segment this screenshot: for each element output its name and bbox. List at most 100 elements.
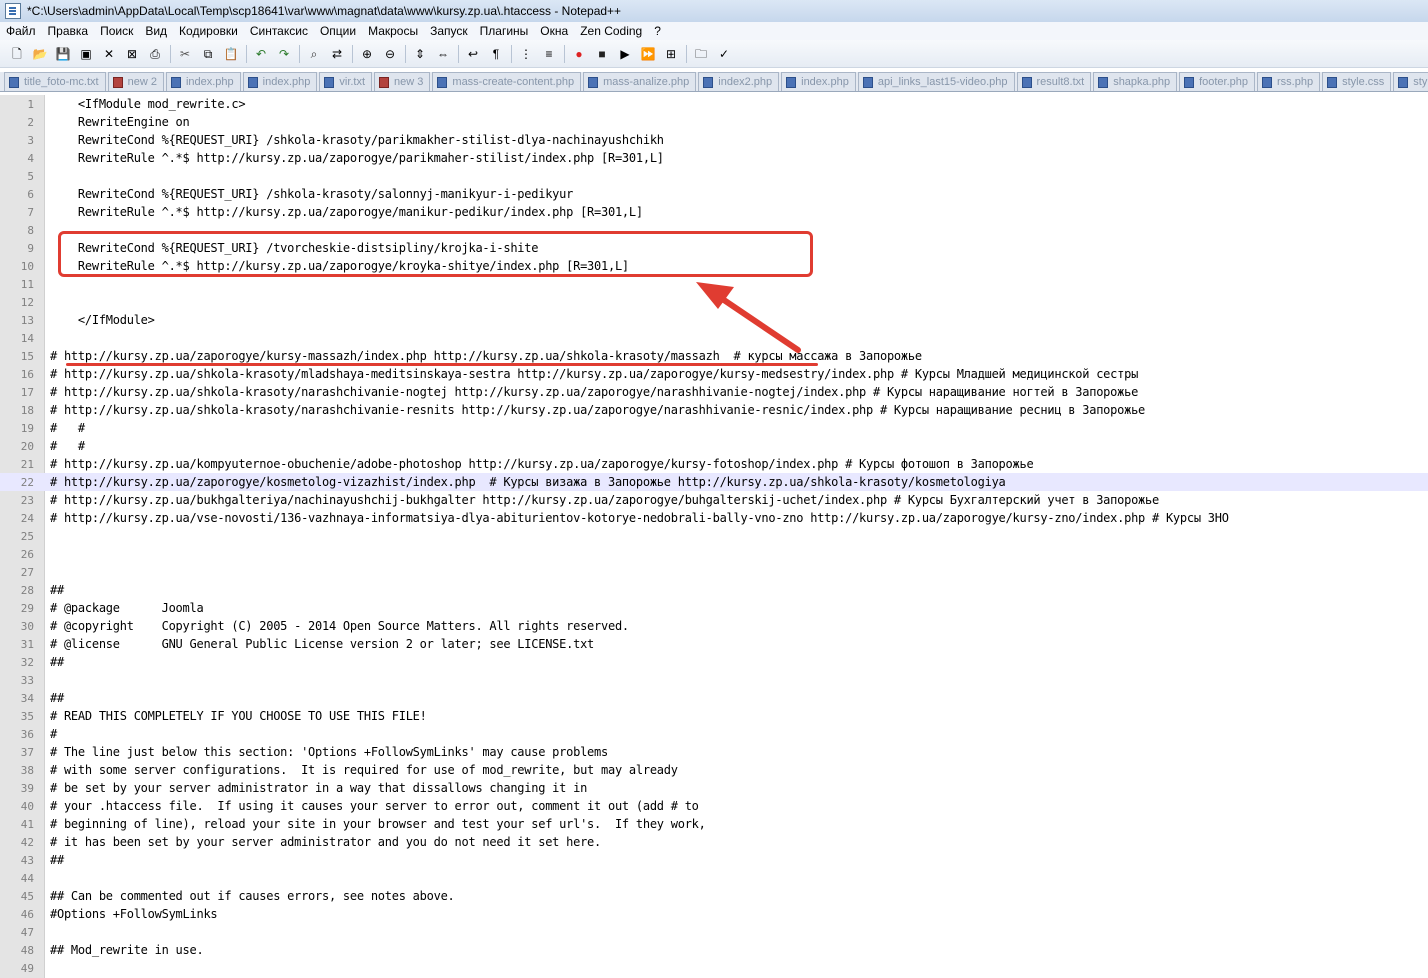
code-text[interactable]: ##: [50, 583, 64, 597]
code-line[interactable]: 39 # be set by your server administrator …: [0, 779, 1428, 797]
code-line[interactable]: 45 ## Can be commented out if causes erro…: [0, 887, 1428, 905]
code-line[interactable]: 12: [0, 293, 1428, 311]
code-text[interactable]: # with some server configurations. It is…: [50, 763, 678, 777]
code-text[interactable]: RewriteCond %{REQUEST_URI} /shkola-kraso…: [50, 133, 664, 147]
code-line[interactable]: 5: [0, 167, 1428, 185]
code-line[interactable]: 19 # #: [0, 419, 1428, 437]
code-line[interactable]: 43 ##: [0, 851, 1428, 869]
indent-guide-icon[interactable]: ⋮: [517, 45, 535, 63]
menu-item[interactable]: Синтаксис: [244, 24, 314, 38]
code-text[interactable]: # be set by your server administrator in…: [50, 781, 587, 795]
code-line[interactable]: 16 # http://kursy.zp.ua/shkola-krasoty/ml…: [0, 365, 1428, 383]
code-text[interactable]: <IfModule mod_rewrite.c>: [50, 97, 246, 111]
document-tab[interactable]: index.php: [165, 72, 241, 91]
undo-icon[interactable]: ↶: [252, 45, 270, 63]
spellcheck-icon[interactable]: ✓: [715, 45, 733, 63]
document-tab[interactable]: result8.txt: [1016, 72, 1092, 91]
editor-area[interactable]: 1 <IfModule mod_rewrite.c> 2 RewriteEngin…: [0, 95, 1428, 978]
folder-icon[interactable]: 🗀: [692, 45, 710, 63]
code-text[interactable]: # http://kursy.zp.ua/bukhgalteriya/nachi…: [50, 493, 1159, 507]
word-wrap-icon[interactable]: ↩: [464, 45, 482, 63]
code-line[interactable]: 38 # with some server configurations. It …: [0, 761, 1428, 779]
code-text[interactable]: ##: [50, 853, 64, 867]
cut-icon[interactable]: ✂: [176, 45, 194, 63]
code-line[interactable]: 48 ## Mod_rewrite in use.: [0, 941, 1428, 959]
code-text[interactable]: # @license GNU General Public License ve…: [50, 637, 594, 651]
code-text[interactable]: # #: [50, 421, 85, 435]
code-line[interactable]: 22 # http://kursy.zp.ua/zaporogye/kosmeto…: [0, 473, 1428, 491]
code-line[interactable]: 23 # http://kursy.zp.ua/bukhgalteriya/nac…: [0, 491, 1428, 509]
code-line[interactable]: 14: [0, 329, 1428, 347]
code-line[interactable]: 28 ##: [0, 581, 1428, 599]
code-text[interactable]: </IfModule>: [50, 313, 155, 327]
code-text[interactable]: # http://kursy.zp.ua/vse-novosti/136-vaz…: [50, 511, 1229, 525]
code-text[interactable]: # #: [50, 439, 85, 453]
code-line[interactable]: 29 # @package Joomla: [0, 599, 1428, 617]
code-line[interactable]: 25: [0, 527, 1428, 545]
code-line[interactable]: 30 # @copyright Copyright (C) 2005 - 2014…: [0, 617, 1428, 635]
code-text[interactable]: #: [50, 727, 57, 741]
paste-icon[interactable]: 📋: [222, 45, 240, 63]
code-line[interactable]: 26: [0, 545, 1428, 563]
code-text[interactable]: # @copyright Copyright (C) 2005 - 2014 O…: [50, 619, 629, 633]
code-text[interactable]: # it has been set by your server adminis…: [50, 835, 601, 849]
code-line[interactable]: 47: [0, 923, 1428, 941]
code-line[interactable]: 1 <IfModule mod_rewrite.c>: [0, 95, 1428, 113]
code-line[interactable]: 20 # #: [0, 437, 1428, 455]
code-text[interactable]: RewriteEngine on: [50, 115, 190, 129]
document-tab[interactable]: sty: [1393, 72, 1428, 91]
menu-item[interactable]: Плагины: [474, 24, 535, 38]
code-line[interactable]: 13 </IfModule>: [0, 311, 1428, 329]
print-icon[interactable]: ⎙: [146, 45, 164, 63]
code-line[interactable]: 40 # your .htaccess file. If using it cau…: [0, 797, 1428, 815]
zoom-out-icon[interactable]: ⊖: [381, 45, 399, 63]
code-text[interactable]: # beginning of line), reload your site i…: [50, 817, 706, 831]
code-line[interactable]: 42 # it has been set by your server admin…: [0, 833, 1428, 851]
code-line[interactable]: 37 # The line just below this section: 'O…: [0, 743, 1428, 761]
code-line[interactable]: 18 # http://kursy.zp.ua/shkola-krasoty/na…: [0, 401, 1428, 419]
code-line[interactable]: 31 # @license GNU General Public License …: [0, 635, 1428, 653]
save-icon[interactable]: 💾: [54, 45, 72, 63]
code-line[interactable]: 17 # http://kursy.zp.ua/shkola-krasoty/na…: [0, 383, 1428, 401]
code-text[interactable]: # READ THIS COMPLETELY IF YOU CHOOSE TO …: [50, 709, 427, 723]
menu-item[interactable]: Окна: [534, 24, 574, 38]
open-file-icon[interactable]: 📂: [31, 45, 49, 63]
document-tab[interactable]: footer.php: [1179, 72, 1256, 91]
menu-item[interactable]: Макросы: [362, 24, 424, 38]
code-line[interactable]: 49: [0, 959, 1428, 977]
document-tab[interactable]: rss.php: [1257, 72, 1321, 91]
code-line[interactable]: 27: [0, 563, 1428, 581]
sync-horizontal-icon[interactable]: ⇔: [434, 45, 452, 63]
find-icon[interactable]: ⌕: [305, 45, 323, 63]
code-line[interactable]: 33: [0, 671, 1428, 689]
zoom-in-icon[interactable]: ⊕: [358, 45, 376, 63]
document-tab[interactable]: style.css: [1322, 72, 1392, 91]
document-tab[interactable]: new 2: [107, 72, 164, 91]
menu-item[interactable]: Zen Coding: [574, 24, 648, 38]
code-text[interactable]: # http://kursy.zp.ua/shkola-krasoty/nara…: [50, 385, 1138, 399]
redo-icon[interactable]: ↷: [275, 45, 293, 63]
save-all-icon[interactable]: ▣: [77, 45, 95, 63]
close-all-icon[interactable]: ⊠: [123, 45, 141, 63]
code-text[interactable]: # http://kursy.zp.ua/shkola-krasoty/mlad…: [50, 367, 1138, 381]
code-text[interactable]: # http://kursy.zp.ua/zaporogye/kursy-mas…: [50, 349, 922, 363]
code-line[interactable]: 32 ##: [0, 653, 1428, 671]
code-text[interactable]: # @package Joomla: [50, 601, 204, 615]
code-line[interactable]: 21 # http://kursy.zp.ua/kompyuternoe-obuc…: [0, 455, 1428, 473]
show-all-chars-icon[interactable]: ¶: [487, 45, 505, 63]
notepad-app-icon[interactable]: [5, 3, 21, 19]
code-line[interactable]: 4 RewriteRule ^.*$ http://kursy.zp.ua/za…: [0, 149, 1428, 167]
close-icon[interactable]: ✕: [100, 45, 118, 63]
function-list-icon[interactable]: ≡: [540, 45, 558, 63]
menu-item[interactable]: Файл: [0, 24, 42, 38]
code-line[interactable]: 46 #Options +FollowSymLinks: [0, 905, 1428, 923]
code-text[interactable]: # The line just below this section: 'Opt…: [50, 745, 608, 759]
code-line[interactable]: 41 # beginning of line), reload your site…: [0, 815, 1428, 833]
code-line[interactable]: 2 RewriteEngine on: [0, 113, 1428, 131]
code-text[interactable]: # your .htaccess file. If using it cause…: [50, 799, 699, 813]
menu-item[interactable]: Правка: [42, 24, 95, 38]
play-multiple-icon[interactable]: ⏩: [639, 45, 657, 63]
document-tab[interactable]: index2.php: [698, 72, 780, 91]
document-tab[interactable]: mass-analize.php: [583, 72, 697, 91]
document-tab[interactable]: mass-create-content.php: [432, 72, 582, 91]
